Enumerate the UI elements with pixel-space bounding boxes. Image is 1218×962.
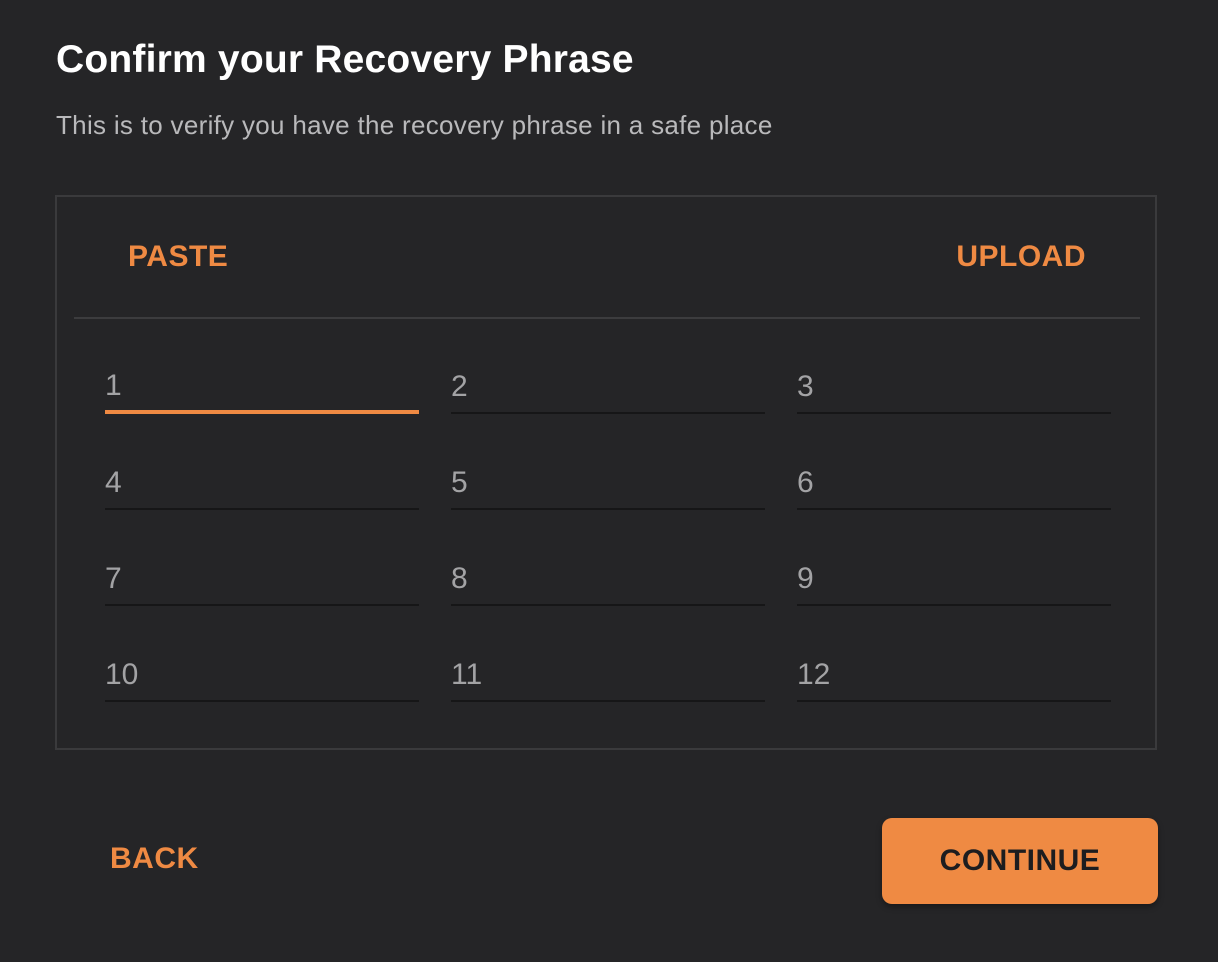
- word-field-10: [105, 630, 419, 726]
- recovery-phrase-panel: PASTE UPLOAD: [55, 195, 1157, 750]
- word-input-4[interactable]: [105, 458, 419, 510]
- word-field-7: [105, 534, 419, 630]
- word-input-7[interactable]: [105, 554, 419, 606]
- word-field-6: [797, 438, 1111, 534]
- word-input-9[interactable]: [797, 554, 1111, 606]
- word-field-4: [105, 438, 419, 534]
- word-input-11[interactable]: [451, 650, 765, 702]
- word-input-5[interactable]: [451, 458, 765, 510]
- word-input-8[interactable]: [451, 554, 765, 606]
- word-field-11: [451, 630, 765, 726]
- word-input-1[interactable]: [105, 362, 419, 414]
- word-field-9: [797, 534, 1111, 630]
- word-field-5: [451, 438, 765, 534]
- word-input-12[interactable]: [797, 650, 1111, 702]
- word-field-1: [105, 342, 419, 438]
- word-field-12: [797, 630, 1111, 726]
- continue-button[interactable]: CONTINUE: [882, 818, 1158, 904]
- word-input-6[interactable]: [797, 458, 1111, 510]
- word-field-2: [451, 342, 765, 438]
- back-button[interactable]: BACK: [110, 842, 199, 876]
- word-field-3: [797, 342, 1111, 438]
- upload-button[interactable]: UPLOAD: [956, 240, 1086, 274]
- word-input-3[interactable]: [797, 362, 1111, 414]
- word-field-8: [451, 534, 765, 630]
- paste-button[interactable]: PASTE: [128, 240, 228, 274]
- page-title: Confirm your Recovery Phrase: [56, 38, 634, 81]
- word-input-2[interactable]: [451, 362, 765, 414]
- confirm-recovery-phrase-page: Confirm your Recovery Phrase This is to …: [0, 0, 1218, 962]
- word-input-grid: [105, 342, 1111, 726]
- word-input-10[interactable]: [105, 650, 419, 702]
- page-subtitle: This is to verify you have the recovery …: [56, 110, 773, 140]
- panel-divider: [74, 317, 1140, 319]
- panel-actions: PASTE UPLOAD: [57, 197, 1155, 319]
